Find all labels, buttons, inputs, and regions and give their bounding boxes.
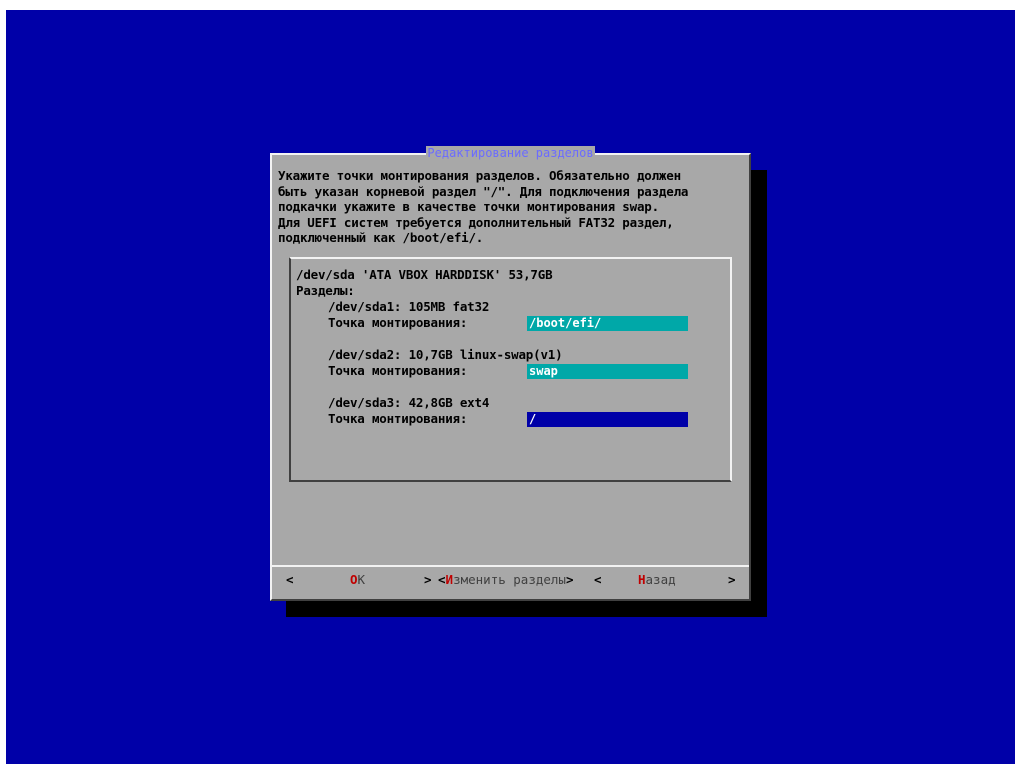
partition-info-sda1: /dev/sda1: 105MB fat32 xyxy=(328,299,490,314)
partition-edit-dialog: Редактирование разделов Укажите точки мо… xyxy=(270,146,751,601)
back-button[interactable]: Назад xyxy=(638,571,676,589)
ok-hotkey: O xyxy=(350,572,358,587)
back-label-rest: азад xyxy=(645,572,676,587)
mount-input-sda3[interactable]: / xyxy=(527,412,688,427)
ok-button[interactable]: OK xyxy=(350,571,365,589)
edit-hotkey: И xyxy=(445,572,454,587)
edit-bracket-open: < xyxy=(438,572,446,587)
edit-focus-right: < xyxy=(594,572,602,587)
scroll-left-arrow[interactable]: < xyxy=(286,571,294,589)
mount-input-sda1[interactable]: /boot/efi/ xyxy=(527,316,688,331)
edit-label-rest: зменить разделы xyxy=(453,572,566,587)
scroll-right-arrow[interactable]: > xyxy=(728,571,736,589)
partition-info-sda2: /dev/sda2: 10,7GB linux-swap(v1) xyxy=(328,347,563,362)
partitions-label: Разделы: xyxy=(296,283,355,298)
disk-header: /dev/sda 'ATA VBOX HARDDISK' 53,7GB xyxy=(296,267,553,282)
partition-info-sda3: /dev/sda3: 42,8GB ext4 xyxy=(328,395,490,410)
partition-panel: /dev/sda 'ATA VBOX HARDDISK' 53,7GB Разд… xyxy=(289,257,732,482)
button-bar: < OK > <Изменить разделы> < Назад > xyxy=(272,571,749,589)
mount-label-sda3: Точка монтирования: xyxy=(328,411,468,426)
dialog-title: Редактирование разделов xyxy=(426,146,595,160)
edit-focus-left: > xyxy=(424,572,432,587)
dialog-description: Укажите точки монтирования разделов. Обя… xyxy=(278,168,689,246)
back-hotkey: Н xyxy=(638,572,646,587)
ok-label-rest: K xyxy=(357,572,366,587)
button-divider xyxy=(272,565,749,567)
mount-label-sda1: Точка монтирования: xyxy=(328,315,468,330)
edit-partitions-button[interactable]: <Изменить разделы> xyxy=(438,571,573,589)
mount-label-sda2: Точка монтирования: xyxy=(328,363,468,378)
mount-input-sda2[interactable]: swap xyxy=(527,364,688,379)
edit-bracket-close: > xyxy=(565,572,574,587)
